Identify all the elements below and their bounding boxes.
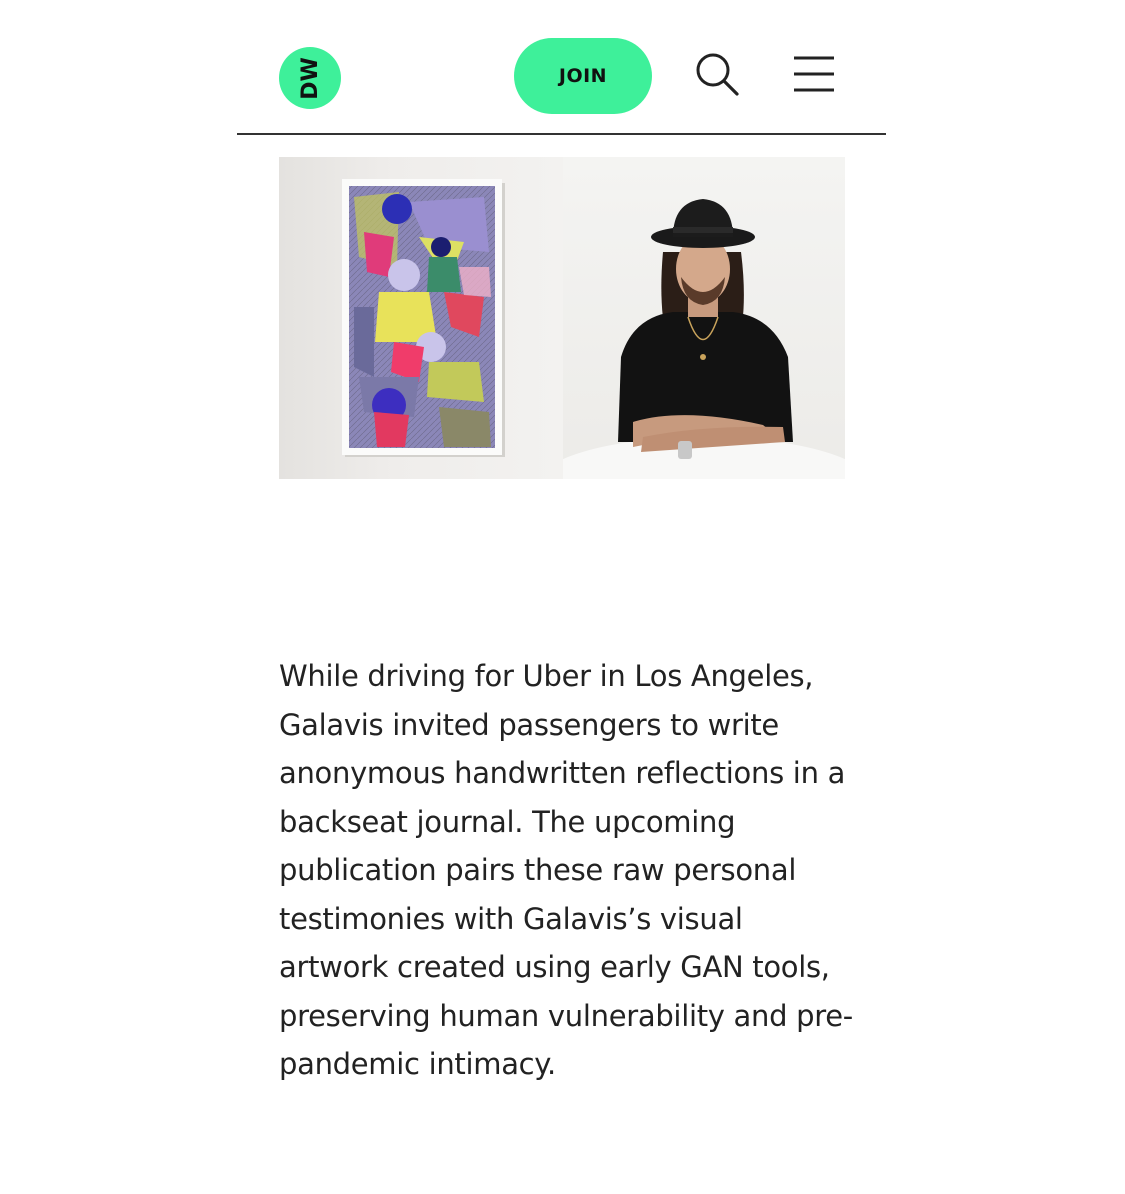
search-button[interactable] [693, 50, 743, 100]
hero-images [279, 157, 845, 479]
framed-artwork-image [279, 157, 563, 479]
article-paragraph: While driving for Uber in Los Angeles, G… [279, 659, 853, 1081]
site-header: DW JOIN [237, 0, 886, 135]
artist-portrait-image [563, 157, 845, 479]
menu-button[interactable] [790, 53, 838, 95]
search-icon [696, 53, 739, 96]
join-button[interactable]: JOIN [514, 38, 652, 114]
hamburger-menu-icon [794, 56, 834, 92]
site-logo[interactable]: DW [279, 47, 341, 109]
logo-text: DW [297, 56, 323, 100]
